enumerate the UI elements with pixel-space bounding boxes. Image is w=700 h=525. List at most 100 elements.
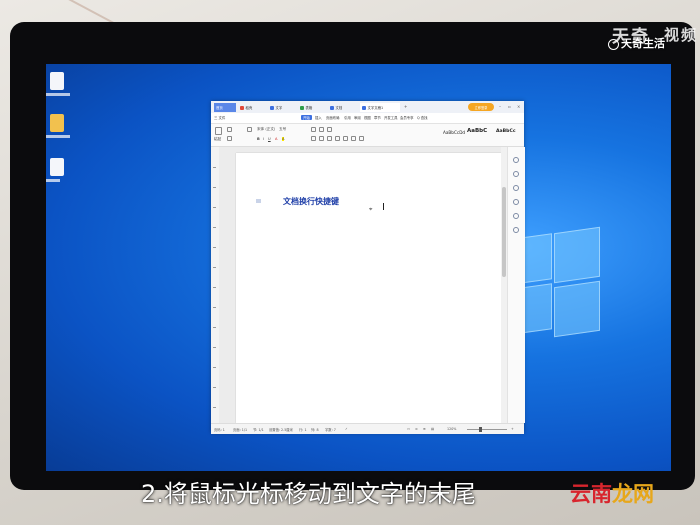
spreadsheet-icon <box>300 105 304 110</box>
align-center-icon[interactable] <box>319 136 324 141</box>
document-page[interactable]: 文档换行快捷键 ⌖ <box>236 153 503 423</box>
tab-current-document[interactable]: 文字文稿1 <box>360 103 400 112</box>
style-normal[interactable]: AaBbCcDd <box>443 130 465 135</box>
zoom-level[interactable]: 120% <box>447 427 456 431</box>
status-setting: 设置值: 2.5厘米 <box>269 427 293 432</box>
bullet-list-icon[interactable] <box>311 127 316 132</box>
italic-icon[interactable]: I <box>263 137 264 141</box>
tab-spreadsheet[interactable]: 表格 <box>298 103 326 112</box>
monitor: 首页 稻壳 文字 表格 文档 文字文稿1 + 立即登录 – ▫ × 三 文件 开… <box>10 22 695 490</box>
menu-member[interactable]: 会员专享 <box>400 115 414 120</box>
document-text[interactable]: 文档换行快捷键 <box>283 196 339 207</box>
indent-icon[interactable] <box>327 127 332 132</box>
scrollbar-thumb[interactable] <box>502 187 506 277</box>
copy-icon[interactable] <box>227 136 232 141</box>
menu-search[interactable]: Q 查找 <box>417 115 428 120</box>
docer-icon <box>240 105 244 110</box>
highlight-icon[interactable]: A <box>282 137 285 141</box>
tab-document[interactable]: 文档 <box>328 103 358 112</box>
desktop-icon-document[interactable] <box>50 158 64 176</box>
document-area: 文档换行快捷键 ⌖ <box>219 147 507 423</box>
menu-review[interactable]: 审阅 <box>354 115 361 120</box>
menu-page-layout[interactable]: 页面布局 <box>326 115 340 120</box>
tab-home[interactable]: 首页 <box>214 103 236 112</box>
paragraph-mark-icon <box>256 199 261 203</box>
spellcheck-icon[interactable]: ✓ <box>345 427 348 431</box>
backup-icon[interactable] <box>513 199 519 205</box>
border-icon[interactable] <box>359 136 364 141</box>
tab-label: 首页 <box>216 106 223 110</box>
menu-file[interactable]: 三 文件 <box>214 115 225 120</box>
status-page: 页码: 1 <box>214 427 225 432</box>
minimize-icon[interactable]: – <box>499 104 501 109</box>
status-col: 列: 8 <box>311 427 319 432</box>
right-side-panel <box>507 147 525 423</box>
status-row: 行: 1 <box>299 427 307 432</box>
login-button[interactable]: 立即登录 <box>468 103 494 111</box>
watermark-badge-text: 天奇生活 <box>621 37 665 50</box>
tab-label: 表格 <box>305 106 313 110</box>
mouse-cursor-icon: ⌖ <box>369 206 373 213</box>
document-icon <box>362 105 366 110</box>
tab-label: 文字 <box>275 106 283 110</box>
watermark-logo-icon <box>608 38 619 50</box>
font-name-select[interactable]: 宋体 (正文) <box>257 127 275 132</box>
menu-view[interactable]: 视图 <box>364 115 371 120</box>
format-painter-icon[interactable] <box>247 127 252 132</box>
zoom-slider[interactable] <box>467 429 507 430</box>
view-web-icon[interactable]: ⊕ <box>423 427 426 431</box>
cut-icon[interactable] <box>227 127 232 132</box>
tab-label: 文档 <box>335 106 343 110</box>
properties-icon[interactable] <box>513 185 519 191</box>
align-left-icon[interactable] <box>311 136 316 141</box>
text-caret <box>383 203 384 210</box>
wps-writer-window: 首页 稻壳 文字 表格 文档 文字文稿1 + 立即登录 – ▫ × 三 文件 开… <box>211 101 525 434</box>
new-tab-icon[interactable]: + <box>404 104 407 109</box>
zoom-in-icon[interactable]: + <box>511 427 514 431</box>
underline-icon[interactable]: U <box>268 137 271 141</box>
font-size-select[interactable]: 五号 <box>279 127 286 132</box>
view-read-icon[interactable]: ▤ <box>431 427 434 431</box>
corner-logo-part2: 龙网 <box>612 482 654 506</box>
tab-docer[interactable]: 稻壳 <box>238 103 266 112</box>
close-icon[interactable]: × <box>517 104 520 109</box>
font-color-icon[interactable]: A <box>275 137 277 141</box>
number-list-icon[interactable] <box>319 127 324 132</box>
tab-writer[interactable]: 文字 <box>268 103 296 112</box>
bold-icon[interactable]: B <box>257 137 260 141</box>
status-bar: 页码: 1 页面: 1/1 节: 1/1 设置值: 2.5厘米 行: 1 列: … <box>211 423 524 434</box>
menu-home[interactable]: 开始 <box>301 115 312 120</box>
maximize-icon[interactable]: ▫ <box>508 104 511 109</box>
menu-insert[interactable]: 插入 <box>315 115 322 120</box>
status-words[interactable]: 字数: 7 <box>325 427 336 432</box>
status-section: 节: 1/1 <box>253 427 264 432</box>
desktop-icon-folder[interactable] <box>50 114 64 132</box>
style-icon[interactable] <box>513 171 519 177</box>
select-icon[interactable] <box>513 157 519 163</box>
help-icon[interactable] <box>513 227 519 233</box>
desktop-icon-file[interactable] <box>50 72 64 90</box>
menu-references[interactable]: 引用 <box>344 115 351 120</box>
desktop-icon-label <box>46 135 70 138</box>
windows-logo <box>512 214 602 354</box>
shading-icon[interactable] <box>351 136 356 141</box>
view-page-icon[interactable]: ▭ <box>407 427 410 431</box>
style-heading2[interactable]: AaBbCc <box>496 129 516 134</box>
document-icon <box>330 105 334 110</box>
style-heading1[interactable]: AaBbC <box>467 128 487 134</box>
desktop-screen: 首页 稻壳 文字 表格 文档 文字文稿1 + 立即登录 – ▫ × 三 文件 开… <box>46 64 671 471</box>
line-spacing-icon[interactable] <box>343 136 348 141</box>
tab-label: 稻壳 <box>245 106 253 110</box>
tab-label: 文字文稿1 <box>367 106 384 110</box>
share-icon[interactable] <box>513 213 519 219</box>
writer-icon <box>270 105 274 110</box>
menu-developer[interactable]: 开发工具 <box>384 115 398 120</box>
justify-icon[interactable] <box>335 136 340 141</box>
align-right-icon[interactable] <box>327 136 332 141</box>
view-outline-icon[interactable]: ≡ <box>415 427 418 431</box>
corner-logo: 云南龙网 <box>570 478 654 508</box>
menu-chapter[interactable]: 章节 <box>374 115 381 120</box>
ribbon-toolbar: 粘贴 宋体 (正文) 五号 B I U A A AaBbCcDd AaBbC A… <box>211 124 524 147</box>
paste-icon[interactable] <box>215 127 222 135</box>
zoom-slider-handle[interactable] <box>479 427 482 432</box>
